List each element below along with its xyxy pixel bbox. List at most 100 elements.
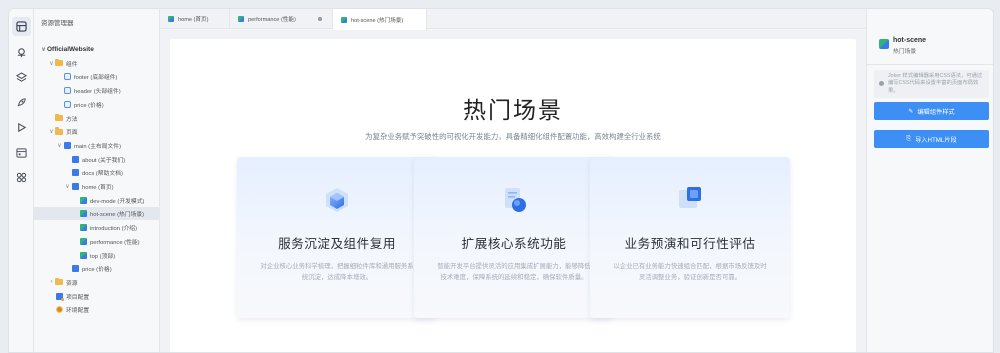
tree-item[interactable]: 环境配置 <box>34 303 160 316</box>
tab-label: home (首页) <box>178 17 209 23</box>
edit-style-button[interactable]: ✎ 编辑组件样式 <box>874 102 989 120</box>
scene-card[interactable]: 扩展核心系统功能 智能开发平台提供灵活的应用集成扩展能力，能够降低技术难度，保障… <box>414 157 614 318</box>
card-description: 以企业已有业务能力快速组合匹配，根据市场反馈及时灵活调整业务，验证创新是否可靠。 <box>613 263 767 281</box>
plugin-icon[interactable] <box>12 43 31 62</box>
tree-item[interactable]: footer (底部组件) <box>34 70 160 83</box>
tree-item-label: header (头部组件) <box>74 89 121 96</box>
selected-node-title: hot-scene <box>893 37 927 44</box>
tree-item[interactable]: introduction (介绍) <box>34 221 160 234</box>
page-file-icon <box>79 251 87 259</box>
calendar-icon[interactable] <box>12 143 31 162</box>
tree-item-label: home (首页) <box>82 185 114 191</box>
page-file-icon <box>71 169 79 177</box>
page-file-icon <box>71 265 79 273</box>
tree-item[interactable]: dev-mode (开发模式) <box>34 194 160 207</box>
tree-item[interactable]: docs (帮助文档) <box>34 166 160 179</box>
tree-folder[interactable]: ∨ 组件 <box>34 57 160 70</box>
folder-icon <box>55 277 63 286</box>
import-icon: ⎘ <box>906 135 912 142</box>
scene-card[interactable]: 服务沉淀及组件复用 对企业核心业务科学梳理，把握细粒件库和通用服务系统沉淀，达成… <box>237 157 437 318</box>
tree-item-label: introduction (介绍) <box>90 226 138 233</box>
layers-icon[interactable] <box>12 68 31 87</box>
tree-item-label: price (价格) <box>74 102 104 109</box>
design-canvas: 热门场景 为复杂业务赋予突破性的可视化开发能力，具备精细化组件配置功能，高效构建… <box>160 30 866 352</box>
tab-hot-scene[interactable]: hot-scene (热门场景) <box>333 9 427 30</box>
component-icon <box>63 87 71 95</box>
card-title: 扩展核心系统功能 <box>461 237 567 251</box>
tab-performance[interactable]: performance (性能) <box>230 9 333 29</box>
card-title: 服务沉淀及组件复用 <box>278 237 396 251</box>
settings-icon <box>55 306 63 314</box>
chevron-icon: ∨ <box>41 47 46 53</box>
tree-item-label: 组件 <box>66 61 78 68</box>
tab-label: performance (性能) <box>248 17 296 23</box>
document-icon <box>505 188 526 212</box>
activity-bar <box>9 9 34 352</box>
card-title: 业务预演和可行性评估 <box>624 237 756 251</box>
page-title: 热门场景 <box>463 97 563 123</box>
tab-label: hot-scene (热门场景) <box>351 17 404 24</box>
tree-folder[interactable]: 方法 <box>34 112 160 125</box>
page-file-icon <box>879 39 889 49</box>
tree-item-label: 环境配置 <box>66 308 90 315</box>
chevron-icon: ∨ <box>65 184 70 190</box>
page-file-icon <box>238 16 244 22</box>
page-subtitle: 为复杂业务赋予突破性的可视化开发能力，具备精细化组件配置功能，高效构建全行业系统 <box>365 132 661 141</box>
import-html-button[interactable]: ⎘ 导入HTML片段 <box>874 130 989 148</box>
style-editor-note: Joker 样式编辑器采用CSS语法，可通过编写CSS代码来设置丰富的页面布局效… <box>874 70 989 98</box>
tree-item-label: docs (帮助文档) <box>82 171 123 178</box>
page-file-icon <box>341 16 347 23</box>
rocket-icon[interactable] <box>12 93 31 112</box>
divider <box>867 64 993 65</box>
tree-item-label: 页面 <box>66 130 78 137</box>
tree-item-label: hot-scene (热门场景) <box>90 212 145 219</box>
card-description: 对企业核心业务科学梳理，把握细粒件库和通用服务系统沉淀，达成降本增效。 <box>260 263 414 281</box>
tree-item-label: 方法 <box>66 116 78 123</box>
page-file-icon <box>71 155 79 163</box>
explorer-panel: 资源管理器 ∨ OfficialWebsite ∨ 组件 footer (底部组件) he… <box>34 9 160 352</box>
tree-item-label: about (关于我们) <box>82 157 126 164</box>
tree-item[interactable]: about (关于我们) <box>34 153 160 166</box>
explorer-icon[interactable] <box>12 17 31 36</box>
chevron-icon: › <box>50 279 53 286</box>
page-file-icon <box>71 183 79 191</box>
page-file-icon <box>79 237 87 245</box>
cube-icon <box>326 188 348 212</box>
tree-item[interactable]: hot-scene (热门场景) <box>34 207 160 221</box>
tree-folder[interactable]: › 资源 <box>34 276 160 289</box>
tab-home[interactable]: home (首页) <box>160 9 230 29</box>
tree-item[interactable]: ∨ main (主布局文件) <box>34 139 160 152</box>
run-icon[interactable] <box>12 118 31 137</box>
note-text: Joker 样式编辑器采用CSS语法，可通过编写CSS代码来设置丰富的页面布局效… <box>888 73 983 94</box>
tree-folder[interactable]: ∨ OfficialWebsite <box>34 43 160 56</box>
import-html-label: 导入HTML片段 <box>915 136 957 144</box>
window-icon <box>679 187 701 208</box>
tree-item[interactable]: header (头部组件) <box>34 84 160 97</box>
component-icon <box>63 100 71 108</box>
tree-item-label: top (顶部) <box>90 253 116 260</box>
page-preview[interactable]: 热门场景 为复杂业务赋予突破性的可视化开发能力，具备精细化组件配置功能，高效构建… <box>170 39 856 352</box>
tree-item-label: price (价格) <box>82 267 112 274</box>
apps-icon[interactable] <box>12 168 31 187</box>
edit-icon: ✎ <box>908 108 914 115</box>
tree-item[interactable]: price (价格) <box>34 262 160 275</box>
scene-card[interactable]: 业务预演和可行性评估 以企业已有业务能力快速组合匹配，根据市场反馈及时灵活调整业… <box>590 157 790 318</box>
tree-item[interactable]: price (价格) <box>34 98 160 111</box>
tree-item-label: main (主布局文件) <box>74 143 122 150</box>
tree-item[interactable]: 项目配置 <box>34 290 160 303</box>
chevron-icon: ∨ <box>49 129 54 136</box>
tree-item[interactable]: top (顶部) <box>34 249 160 262</box>
tree-item-label: OfficialWebsite <box>47 46 94 53</box>
app-window: 资源管理器 ∨ OfficialWebsite ∨ 组件 footer (底部组件) he… <box>8 8 994 353</box>
tree-item[interactable]: performance (性能) <box>34 235 160 248</box>
page-file-icon <box>168 16 174 22</box>
selected-node-subtitle: 热门场景 <box>893 49 917 55</box>
tree-item[interactable]: ∨ home (首页) <box>34 180 160 193</box>
unsaved-dot-icon[interactable] <box>318 17 322 21</box>
page-file-icon <box>63 141 71 149</box>
tree-item-label: dev-mode (开发模式) <box>90 198 145 205</box>
tree-folder[interactable]: ∨ 页面 <box>34 125 160 138</box>
chevron-icon: ∨ <box>49 60 54 67</box>
tree-item-label: performance (性能) <box>90 239 140 246</box>
card-description: 智能开发平台提供灵活的应用集成扩展能力，能够降低技术难度，保障系统的延续和稳定，… <box>437 263 591 281</box>
